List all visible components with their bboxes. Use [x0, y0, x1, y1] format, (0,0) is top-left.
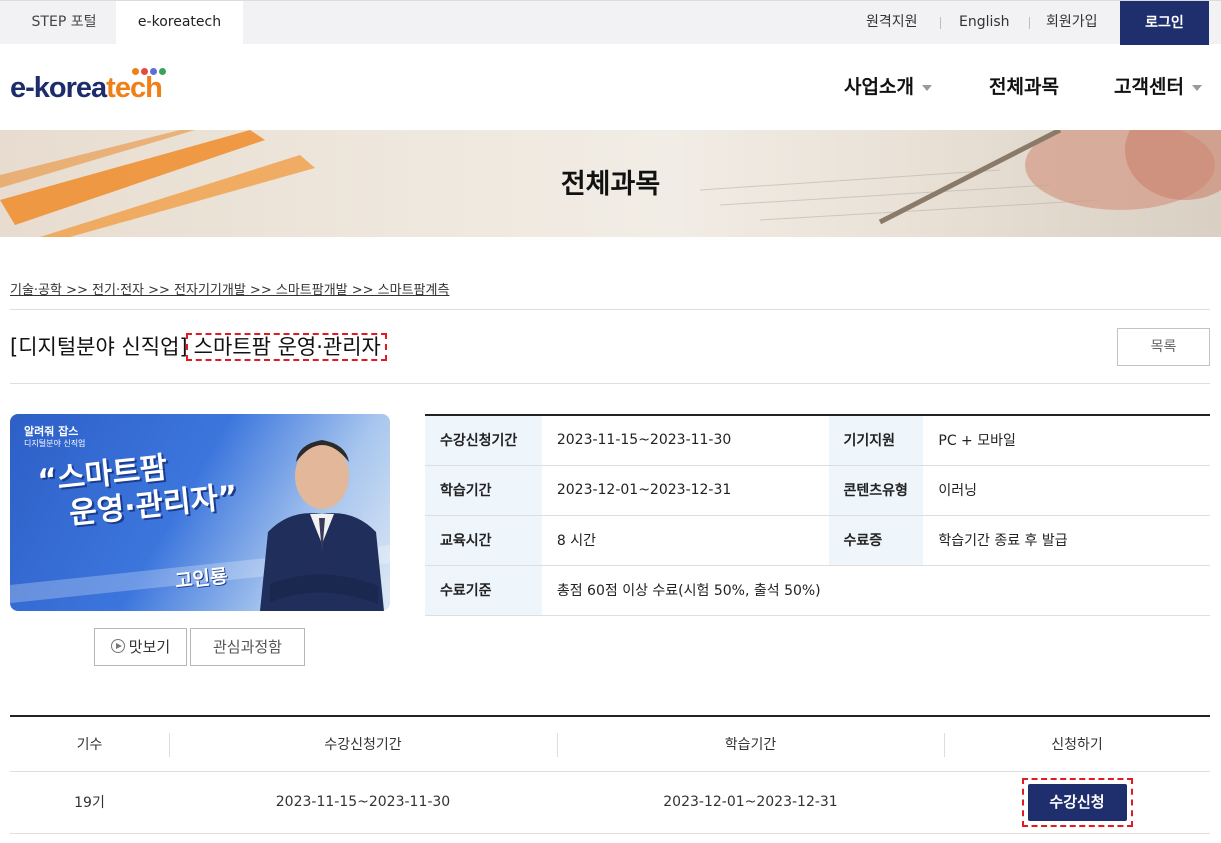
gnb-label: 사업소개 — [844, 76, 914, 98]
divider — [1029, 17, 1030, 29]
session-study-period: 2023-12-01~2023-12-31 — [557, 771, 944, 834]
course-category-prefix: [디지털분야 신직업] — [10, 335, 188, 359]
column-header: 기수 — [10, 716, 169, 772]
remote-support-link[interactable]: 원격지원 — [866, 1, 918, 45]
thumbnail-instructor-name: 고인룡 — [174, 565, 229, 593]
thumbnail-headline: “스마트팜 운영·관리자” — [36, 443, 240, 535]
course-name: 스마트팜 운영·관리자 — [185, 333, 387, 361]
info-label: 교육시간 — [425, 515, 542, 566]
preview-button-label: 맛보기 — [128, 638, 171, 656]
session-term: 19기 — [10, 771, 169, 834]
info-value: 이러닝 — [923, 465, 1210, 516]
page-banner: 전체과목 — [0, 130, 1221, 237]
divider — [10, 383, 1210, 384]
info-value: 총점 60점 이상 수료(시험 50%, 출석 50%) — [541, 565, 1210, 616]
play-icon — [110, 639, 125, 653]
top-utility-bar: STEP 포털 e-koreatech 원격지원 English 회원가입 로그… — [0, 0, 1221, 45]
breadcrumb[interactable]: 기술·공학 >> 전기·전자 >> 전자기기개발 >> 스마트팜개발 >> 스마… — [10, 279, 449, 298]
gnb-item-customer-center[interactable]: 고객센터 — [1114, 70, 1202, 104]
divider — [10, 309, 1210, 310]
chevron-down-icon — [1191, 84, 1202, 91]
column-header-label: 수강신청기간 — [324, 736, 402, 753]
info-row: 교육시간 8 시간 수료증 학습기간 종료 후 발급 — [425, 515, 1210, 566]
banner-title: 전체과목 — [560, 169, 661, 200]
column-header: 신청하기 — [944, 716, 1210, 772]
table-row: 19기 2023-11-15~2023-11-30 2023-12-01~202… — [10, 771, 1210, 834]
info-value: PC + 모바일 — [923, 415, 1210, 466]
gnb-item-business[interactable]: 사업소개 — [844, 70, 932, 104]
instructor-photo — [260, 440, 384, 611]
info-value: 8 시간 — [541, 515, 829, 566]
column-header-label: 학습기간 — [724, 736, 777, 753]
info-label: 수강신청기간 — [425, 415, 542, 466]
column-header: 수강신청기간 — [169, 716, 557, 772]
session-table: 기수 수강신청기간 학습기간 신청하기 19기 2023-11-15~2023-… — [10, 715, 1210, 834]
course-thumbnail: 알려줘 잡스 디지털분야 신직업 “스마트팜 운영·관리자” 고인룡 — [10, 414, 390, 611]
info-label: 수료기준 — [425, 565, 542, 616]
tab-step-portal[interactable]: STEP 포털 — [12, 1, 116, 45]
info-label: 수료증 — [828, 515, 924, 566]
info-label: 기기지원 — [828, 415, 924, 466]
table-header-row: 기수 수강신청기간 학습기간 신청하기 — [10, 716, 1210, 772]
page-title: [디지털분야 신직업] 스마트팜 운영·관리자 — [10, 331, 387, 361]
info-value: 학습기간 종료 후 발급 — [923, 515, 1210, 566]
info-label: 콘텐츠유형 — [828, 465, 924, 516]
column-header-label: 신청하기 — [1051, 736, 1103, 753]
signup-link[interactable]: 회원가입 — [1046, 1, 1098, 45]
logo-text-main: e-korea — [10, 72, 107, 104]
gnb-item-all-courses[interactable]: 전체과목 — [989, 70, 1059, 104]
enroll-button[interactable]: 수강신청 — [1027, 783, 1127, 821]
column-header-label: 기수 — [76, 736, 103, 753]
tab-e-koreatech[interactable]: e-koreatech — [116, 1, 243, 45]
session-action-cell: 수강신청 — [944, 771, 1210, 834]
thumbnail-brand: 알려줘 잡스 디지털분야 신직업 — [24, 426, 85, 450]
gnb-label: 전체과목 — [989, 76, 1059, 98]
divider — [169, 733, 170, 757]
preview-button[interactable]: 맛보기 — [94, 628, 187, 666]
enroll-highlight: 수강신청 — [1021, 777, 1133, 827]
logo-text-accent: tech — [106, 72, 163, 104]
favorite-course-button[interactable]: 관심과정함 — [190, 628, 305, 666]
column-header: 학습기간 — [557, 716, 944, 772]
chevron-down-icon — [921, 84, 932, 91]
login-button[interactable]: 로그인 — [1120, 1, 1209, 45]
thumbnail-brand-line1: 알려줘 잡스 — [24, 425, 79, 438]
divider — [557, 733, 558, 757]
info-row: 수강신청기간 2023-11-15~2023-11-30 기기지원 PC + 모… — [425, 415, 1210, 466]
divider — [944, 733, 945, 757]
info-value: 2023-12-01~2023-12-31 — [541, 465, 829, 516]
gnb-label: 고객센터 — [1114, 76, 1184, 98]
info-row: 수료기준 총점 60점 이상 수료(시험 50%, 출석 50%) — [425, 565, 1210, 616]
info-row: 학습기간 2023-12-01~2023-12-31 콘텐츠유형 이러닝 — [425, 465, 1210, 516]
session-apply-period: 2023-11-15~2023-11-30 — [169, 771, 557, 834]
info-value: 2023-11-15~2023-11-30 — [541, 415, 829, 466]
thumbnail-brand-line2: 디지털분야 신직업 — [24, 439, 86, 448]
divider — [940, 17, 941, 29]
course-info-table: 수강신청기간 2023-11-15~2023-11-30 기기지원 PC + 모… — [425, 414, 1210, 616]
info-label: 학습기간 — [425, 465, 542, 516]
list-button[interactable]: 목록 — [1117, 328, 1210, 366]
logo-wordmark: e-koreatech — [10, 72, 163, 105]
english-link[interactable]: English — [959, 1, 1010, 45]
